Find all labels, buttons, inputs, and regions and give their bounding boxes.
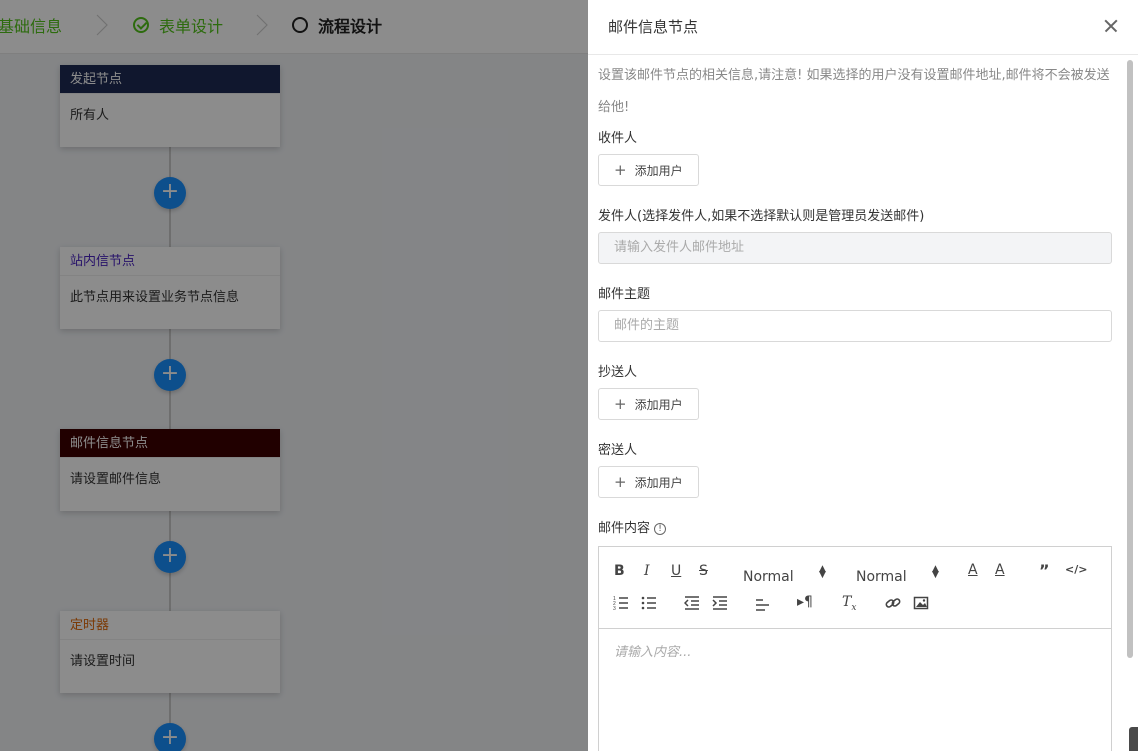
button-label: 添加用户	[634, 475, 683, 490]
subject-input[interactable]: 邮件的主题	[598, 310, 1112, 342]
sender-email-input[interactable]: 请输入发件人邮件地址	[598, 232, 1112, 264]
button-label: 添加用户	[634, 163, 683, 178]
text-direction-icon[interactable]: ▸¶	[797, 594, 813, 610]
underline-icon[interactable]: U	[671, 563, 681, 579]
font-color-icon[interactable]: A	[968, 562, 978, 578]
add-cc-button[interactable]: + 添加用户	[598, 388, 699, 420]
header-picker[interactable]: Normal ▲ ▼	[856, 565, 939, 586]
picker-arrows-icon: ▲ ▼	[932, 564, 939, 580]
sender-label: 发件人(选择发件人,如果不选择默认则是管理员发送邮件)	[598, 209, 925, 224]
add-bcc-button[interactable]: + 添加用户	[598, 466, 699, 498]
email-node-drawer: 邮件信息节点 设置该邮件节点的相关信息,请注意! 如果选择的用户没有设置邮件地址…	[588, 0, 1138, 751]
svg-text:3: 3	[613, 606, 616, 611]
outdent-icon[interactable]	[684, 595, 700, 611]
italic-icon[interactable]: I	[644, 563, 650, 579]
plus-icon: +	[614, 161, 627, 179]
editor-toolbar: B I U S Normal ▲ ▼ Normal ▲ ▼ A A ” </> 12…	[599, 547, 1111, 629]
plus-icon: +	[614, 395, 627, 413]
content-label-text: 邮件内容	[598, 521, 651, 536]
font-size-value: Normal	[743, 569, 794, 585]
header-value: Normal	[856, 569, 907, 585]
rich-text-editor: B I U S Normal ▲ ▼ Normal ▲ ▼ A A ” </> 12…	[598, 546, 1112, 751]
ordered-list-icon[interactable]: 123	[613, 595, 629, 611]
bullet-list-icon[interactable]	[641, 595, 657, 611]
drawer-body: 设置该邮件节点的相关信息,请注意! 如果选择的用户没有设置邮件地址,邮件将不会被…	[598, 60, 1112, 751]
link-icon[interactable]	[885, 595, 901, 611]
side-tab[interactable]	[1129, 727, 1138, 751]
plus-icon: +	[614, 473, 627, 491]
align-left-icon[interactable]	[755, 597, 771, 613]
drawer-header: 邮件信息节点	[588, 0, 1138, 55]
cc-label: 抄送人	[598, 365, 638, 380]
clear-format-icon[interactable]: Tx	[842, 594, 856, 613]
subject-label: 邮件主题	[598, 287, 651, 302]
blockquote-icon[interactable]: ”	[1039, 561, 1050, 580]
content-label: 邮件内容!	[598, 518, 1112, 540]
strikethrough-icon[interactable]: S	[699, 563, 708, 579]
image-icon[interactable]	[913, 595, 929, 611]
font-size-picker[interactable]: Normal ▲ ▼	[743, 565, 826, 586]
background-color-icon[interactable]: A	[995, 562, 1005, 578]
recipient-label: 收件人	[598, 131, 638, 146]
editor-content-area[interactable]: 请输入内容...	[599, 629, 1111, 672]
button-label: 添加用户	[634, 397, 683, 412]
picker-arrows-icon: ▲ ▼	[819, 564, 826, 580]
bcc-label: 密送人	[598, 443, 638, 458]
add-recipient-button[interactable]: + 添加用户	[598, 154, 699, 186]
drawer-title: 邮件信息节点	[608, 18, 699, 36]
indent-icon[interactable]	[712, 595, 728, 611]
email-tip-text: 设置该邮件节点的相关信息,请注意! 如果选择的用户没有设置邮件地址,邮件将不会被…	[598, 68, 1110, 115]
code-block-icon[interactable]: </>	[1065, 563, 1087, 576]
info-icon[interactable]: !	[654, 522, 667, 535]
drawer-scrollbar[interactable]	[1127, 60, 1133, 658]
bold-icon[interactable]: B	[614, 563, 625, 579]
close-icon[interactable]	[1100, 14, 1124, 38]
